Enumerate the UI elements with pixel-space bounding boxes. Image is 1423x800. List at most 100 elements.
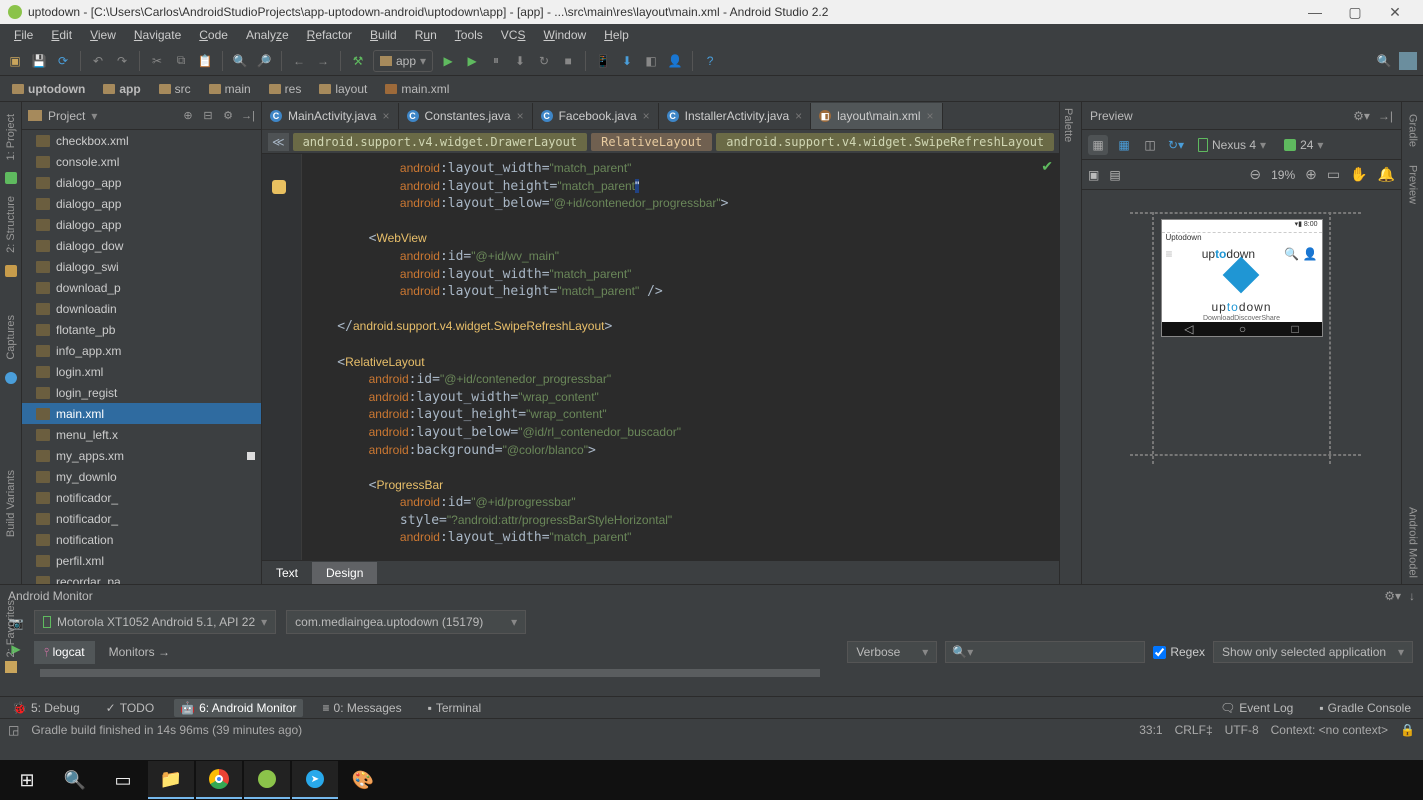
file-dialogo-dow[interactable]: dialogo_dow [22,235,261,256]
file-main-xml[interactable]: main.xml [22,403,261,424]
file-checkbox-xml[interactable]: checkbox.xml [22,130,261,151]
cut-icon[interactable]: ✂ [148,52,166,70]
blueprint-mode-icon[interactable]: ▦ [1114,135,1134,155]
maximize-icon[interactable]: ▢ [1335,4,1375,21]
crumb-main[interactable]: main [203,80,257,98]
file-dialogo-swi[interactable]: dialogo_swi [22,256,261,277]
file-my-downlo[interactable]: my_downlo [22,466,261,487]
telegram-icon[interactable]: ➤ [292,761,338,799]
menu-navigate[interactable]: Navigate [126,26,189,44]
logcat-tab[interactable]: ⫯ logcat [34,641,95,664]
file-notificador-[interactable]: notificador_ [22,487,261,508]
file-login-xml[interactable]: login.xml [22,361,261,382]
menu-file[interactable]: File [6,26,41,44]
replace-icon[interactable]: 🔎 [255,52,273,70]
side-tab-gradle[interactable]: Gradle [1405,108,1421,153]
code-editor[interactable]: ✔ android:layout_width="match_parent" an… [262,154,1059,560]
restart-icon[interactable]: ↻ [535,52,553,70]
run-icon[interactable]: ▶ [439,52,457,70]
hide-icon[interactable]: →| [241,109,255,123]
open-icon[interactable]: ▣ [6,52,24,70]
search-everywhere-icon[interactable]: 🔍 [1375,52,1393,70]
line-separator[interactable]: CRLF‡ [1175,723,1213,737]
zoom-out-icon[interactable]: ⊖ [1249,166,1261,183]
tw-debug[interactable]: 🐞 5: Debug [6,699,86,717]
tab-layout-main-xml[interactable]: ◧layout\main.xml× [811,103,942,129]
file-info-app-xm[interactable]: info_app.xm [22,340,261,361]
close-tab-icon[interactable]: × [927,109,934,123]
preview-hide-icon[interactable]: →| [1378,109,1393,123]
menu-help[interactable]: Help [596,26,637,44]
stop-icon[interactable]: ■ [559,52,577,70]
file-explorer-icon[interactable]: 📁 [148,761,194,799]
breadcrumb-back-icon[interactable]: ≪ [268,133,289,151]
file-perfil-xml[interactable]: perfil.xml [22,550,261,571]
crumb-file[interactable]: main.xml [379,80,455,98]
monitors-tab[interactable]: Monitors → [99,641,180,664]
encoding[interactable]: UTF-8 [1225,723,1259,737]
tw-todo[interactable]: ✓ TODO [100,699,161,717]
profile-icon[interactable]: ⏸ [487,52,505,70]
bread-relative[interactable]: RelativeLayout [591,133,712,151]
zoom-fit-icon[interactable]: ▭ [1327,166,1340,183]
android-studio-icon[interactable] [244,761,290,799]
find-icon[interactable]: 🔍 [231,52,249,70]
make-icon[interactable]: ⚒ [349,52,367,70]
design-mode-icon[interactable]: ▦ [1088,135,1108,155]
start-button[interactable]: ⊞ [4,761,50,799]
zoom-in-icon[interactable]: ⊕ [1305,166,1317,183]
task-view-button[interactable]: ▭ [100,761,146,799]
monitor-scrollbar[interactable] [0,667,1423,679]
tab-MainActivity-java[interactable]: CMainActivity.java× [262,103,399,129]
side-tab-android-model[interactable]: Android Model [1405,501,1421,584]
file-flotante-pb[interactable]: flotante_pb [22,319,261,340]
sdk-icon[interactable]: ⬇ [618,52,636,70]
tw-terminal[interactable]: ▪ Terminal [422,699,488,717]
help-icon[interactable]: ? [701,52,719,70]
bread-drawer[interactable]: android.support.v4.widget.DrawerLayout [293,133,588,151]
close-tab-icon[interactable]: × [795,109,802,123]
attach-icon[interactable]: ⬇ [511,52,529,70]
menu-refactor[interactable]: Refactor [299,26,360,44]
monitor-hide-icon[interactable]: ↓ [1409,589,1415,603]
sync-icon[interactable]: ⟳ [54,52,72,70]
show-layout-icon[interactable]: ▣ [1088,168,1099,182]
file-downloadin[interactable]: downloadin [22,298,261,319]
file-dialogo-app[interactable]: dialogo_app [22,172,261,193]
debug-icon[interactable]: ▶ [463,52,481,70]
file-notificador-[interactable]: notificador_ [22,508,261,529]
chrome-icon[interactable] [196,761,242,799]
close-icon[interactable]: ✕ [1375,4,1415,21]
file-notification[interactable]: notification [22,529,261,550]
tw-event-log[interactable]: 🗨 Event Log [1214,699,1299,717]
tab-design[interactable]: Design [312,562,377,584]
file-recordar-pa[interactable]: recordar_pa [22,571,261,584]
menu-analyze[interactable]: Analyze [238,26,297,44]
crumb-src[interactable]: src [153,80,197,98]
scroll-from-source-icon[interactable]: ⊕ [181,109,195,123]
tw-android-monitor[interactable]: 🤖 6: Android Monitor [174,699,302,717]
log-level-dropdown[interactable]: Verbose▾ [847,641,937,663]
preview-canvas[interactable]: ▾▮ 8:00 Uptodown ≡ uptodown 🔍 👤 uptodown… [1082,190,1401,584]
forward-icon[interactable]: → [314,52,332,70]
crumb-app[interactable]: app [97,80,146,98]
paint-icon[interactable]: 🎨 [340,761,386,799]
crumb-res[interactable]: res [263,80,308,98]
paste-icon[interactable]: 📋 [196,52,214,70]
menu-tools[interactable]: Tools [447,26,491,44]
bread-swipe[interactable]: android.support.v4.widget.SwipeRefreshLa… [716,133,1054,151]
monitor-settings-icon[interactable]: ⚙▾ [1384,589,1401,603]
crumb-root[interactable]: uptodown [6,80,91,98]
filter-dropdown[interactable]: Show only selected application▾ [1213,641,1413,663]
palette-tab[interactable]: Palette [1060,102,1076,148]
back-icon[interactable]: ← [290,52,308,70]
file-login-regist[interactable]: login_regist [22,382,261,403]
menu-code[interactable]: Code [191,26,236,44]
log-search-input[interactable]: 🔍▾ [945,641,1145,663]
device-dropdown[interactable]: Motorola XT1052 Android 5.1, API 22▾ [34,610,276,634]
avd-icon[interactable]: 📱 [594,52,612,70]
tab-text[interactable]: Text [262,562,312,584]
copy-icon[interactable]: ⧉ [172,52,190,70]
avatar-icon[interactable] [1399,52,1417,70]
status-toggle-icon[interactable]: ◲ [8,723,19,737]
